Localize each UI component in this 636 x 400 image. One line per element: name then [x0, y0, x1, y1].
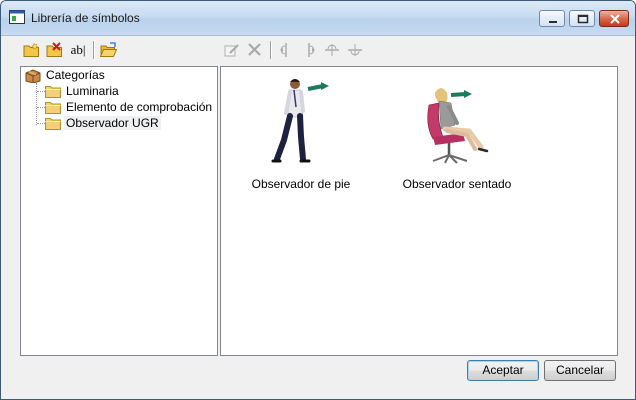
- rotate-alt-icon: [348, 44, 362, 56]
- edit-icon: [224, 44, 239, 57]
- symbol-caption: Observador de pie: [251, 177, 351, 191]
- folder-icon: [45, 117, 61, 130]
- folder-icon: [45, 85, 61, 98]
- title-bar[interactable]: Librería de símbolos: [1, 1, 635, 36]
- delete-button[interactable]: [244, 40, 266, 60]
- close-icon: [610, 14, 620, 24]
- tree-connector: [37, 91, 45, 92]
- tree-item-observador-ugr[interactable]: Observador UGR: [45, 115, 161, 131]
- toolbar-separator: [270, 41, 272, 59]
- open-folder-button[interactable]: [98, 40, 120, 60]
- delete-icon: [248, 43, 261, 56]
- symbol-view[interactable]: Observador de pie Observador sentado: [220, 66, 618, 356]
- maximize-button[interactable]: [569, 10, 595, 27]
- tree-toolbar: ab|: [21, 39, 121, 61]
- folder-icon: [45, 101, 61, 114]
- category-tree[interactable]: Categorías Luminaria Elemento de comprob…: [20, 66, 218, 356]
- minimize-icon: [549, 21, 557, 23]
- rename-icon: ab|: [70, 42, 86, 57]
- tree-item-label: Elemento de comprobación: [66, 100, 213, 114]
- tree-item-label: Observador UGR: [64, 116, 161, 130]
- tree-root-label: Categorías: [46, 68, 105, 82]
- edit-button[interactable]: [221, 40, 243, 60]
- tree-item-elemento-de-comprobacion[interactable]: Elemento de comprobación: [45, 99, 214, 115]
- toolbar-separator: [93, 41, 95, 59]
- mirror-horizontal-button[interactable]: [275, 40, 297, 60]
- tree-root-categories[interactable]: Categorías: [25, 67, 107, 83]
- library-dialog: Librería de símbolos ab| Categorías Lumi…: [0, 0, 636, 400]
- categories-package-icon: [25, 68, 41, 83]
- rotate-icon: [325, 44, 339, 56]
- new-folder-button[interactable]: [21, 40, 43, 60]
- symbol-caption: Observador sentado: [402, 177, 512, 191]
- delete-folder-icon: [46, 42, 62, 57]
- rotate-button[interactable]: [321, 40, 343, 60]
- symbol-toolbar: [221, 39, 367, 61]
- cancel-button[interactable]: Cancelar: [544, 360, 616, 381]
- maximize-icon: [577, 14, 589, 24]
- delete-folder-button[interactable]: [44, 40, 66, 60]
- tree-connector: [36, 83, 37, 125]
- tree-item-label: Luminaria: [66, 84, 119, 98]
- rotate-alt-button[interactable]: [344, 40, 366, 60]
- mirror-horizontal-icon: [280, 43, 287, 57]
- tree-connector: [37, 107, 45, 108]
- standing-observer-icon: [271, 79, 329, 163]
- seated-observer-icon: [427, 88, 489, 164]
- tree-connector: [37, 123, 45, 124]
- open-folder-icon: [100, 42, 118, 57]
- rename-button[interactable]: ab|: [67, 40, 89, 60]
- mirror-horizontal-alt-icon: [308, 43, 315, 57]
- minimize-button[interactable]: [539, 10, 565, 27]
- mirror-horizontal-alt-button[interactable]: [298, 40, 320, 60]
- window-app-icon: [9, 10, 25, 24]
- new-folder-icon: [23, 42, 39, 57]
- accept-button[interactable]: Aceptar: [467, 360, 539, 381]
- window-title: Librería de símbolos: [31, 11, 140, 25]
- tree-item-luminaria[interactable]: Luminaria: [45, 83, 121, 99]
- close-button[interactable]: [599, 10, 629, 27]
